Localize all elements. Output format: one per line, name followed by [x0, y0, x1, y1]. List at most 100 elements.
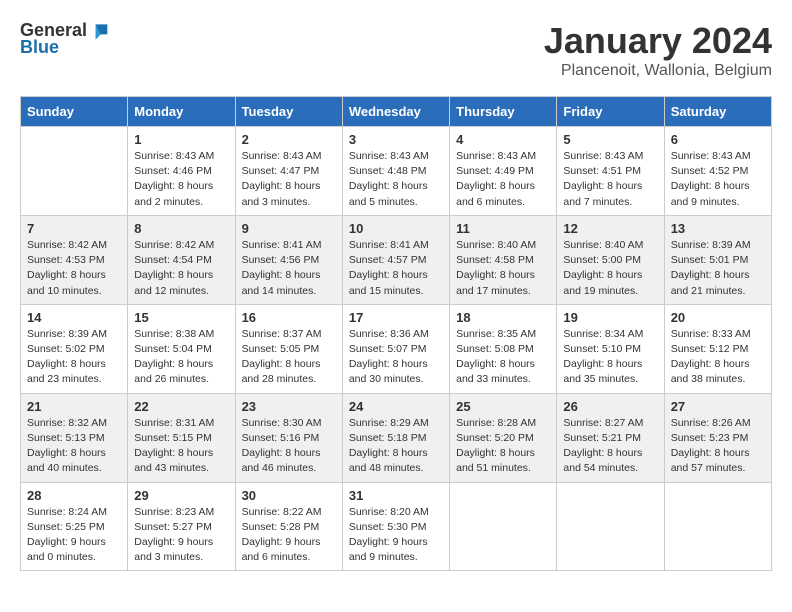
day-number: 26 — [563, 399, 657, 414]
title-area: January 2024 Plancenoit, Wallonia, Belgi… — [544, 20, 772, 80]
day-number: 12 — [563, 221, 657, 236]
day-number: 4 — [456, 132, 550, 147]
day-number: 25 — [456, 399, 550, 414]
day-info: Sunrise: 8:42 AM Sunset: 4:54 PM Dayligh… — [134, 238, 228, 299]
day-info: Sunrise: 8:22 AM Sunset: 5:28 PM Dayligh… — [242, 505, 336, 566]
day-info: Sunrise: 8:37 AM Sunset: 5:05 PM Dayligh… — [242, 327, 336, 388]
day-info: Sunrise: 8:27 AM Sunset: 5:21 PM Dayligh… — [563, 416, 657, 477]
calendar-cell — [664, 482, 771, 571]
day-number: 18 — [456, 310, 550, 325]
day-info: Sunrise: 8:43 AM Sunset: 4:52 PM Dayligh… — [671, 149, 765, 210]
header-tuesday: Tuesday — [235, 97, 342, 127]
header-friday: Friday — [557, 97, 664, 127]
calendar-table: SundayMondayTuesdayWednesdayThursdayFrid… — [20, 96, 772, 571]
week-row-1: 7Sunrise: 8:42 AM Sunset: 4:53 PM Daylig… — [21, 215, 772, 304]
logo-blue-text: Blue — [20, 37, 59, 58]
page-header: General Blue January 2024 Plancenoit, Wa… — [20, 20, 772, 80]
day-info: Sunrise: 8:41 AM Sunset: 4:56 PM Dayligh… — [242, 238, 336, 299]
day-number: 11 — [456, 221, 550, 236]
day-info: Sunrise: 8:38 AM Sunset: 5:04 PM Dayligh… — [134, 327, 228, 388]
calendar-cell: 7Sunrise: 8:42 AM Sunset: 4:53 PM Daylig… — [21, 215, 128, 304]
day-number: 24 — [349, 399, 443, 414]
calendar-cell: 16 Sunrise: 8:37 AM Sunset: 5:05 PM Dayli… — [235, 304, 342, 393]
day-number: 2 — [242, 132, 336, 147]
calendar-cell: 2Sunrise: 8:43 AM Sunset: 4:47 PM Daylig… — [235, 127, 342, 216]
day-info: Sunrise: 8:32 AM Sunset: 5:13 PM Dayligh… — [27, 416, 121, 477]
day-number: 9 — [242, 221, 336, 236]
month-title: January 2024 — [544, 20, 772, 62]
day-info: Sunrise: 8:43 AM Sunset: 4:46 PM Dayligh… — [134, 149, 228, 210]
day-info: Sunrise: 8:33 AM Sunset: 5:12 PM Dayligh… — [671, 327, 765, 388]
day-info: Sunrise: 8:40 AM Sunset: 5:00 PM Dayligh… — [563, 238, 657, 299]
day-info: Sunrise: 8:34 AM Sunset: 5:10 PM Dayligh… — [563, 327, 657, 388]
day-info: Sunrise: 8:42 AM Sunset: 4:53 PM Dayligh… — [27, 238, 121, 299]
day-info: Sunrise: 8:23 AM Sunset: 5:27 PM Dayligh… — [134, 505, 228, 566]
day-info: Sunrise: 8:24 AM Sunset: 5:25 PM Dayligh… — [27, 505, 121, 566]
calendar-cell: 27 Sunrise: 8:26 AM Sunset: 5:23 PM Dayli… — [664, 393, 771, 482]
calendar-cell: 12 Sunrise: 8:40 AM Sunset: 5:00 PM Dayli… — [557, 215, 664, 304]
day-number: 27 — [671, 399, 765, 414]
week-row-0: 1 Sunrise: 8:43 AM Sunset: 4:46 PM Daylig… — [21, 127, 772, 216]
day-number: 15 — [134, 310, 228, 325]
day-number: 3 — [349, 132, 443, 147]
calendar-cell: 3 Sunrise: 8:43 AM Sunset: 4:48 PM Daylig… — [342, 127, 449, 216]
day-info: Sunrise: 8:41 AM Sunset: 4:57 PM Dayligh… — [349, 238, 443, 299]
calendar-cell: 9 Sunrise: 8:41 AM Sunset: 4:56 PM Daylig… — [235, 215, 342, 304]
calendar-cell: 30 Sunrise: 8:22 AM Sunset: 5:28 PM Dayli… — [235, 482, 342, 571]
calendar-cell: 20 Sunrise: 8:33 AM Sunset: 5:12 PM Dayli… — [664, 304, 771, 393]
day-number: 31 — [349, 488, 443, 503]
calendar-cell: 10 Sunrise: 8:41 AM Sunset: 4:57 PM Dayli… — [342, 215, 449, 304]
calendar-cell: 21 Sunrise: 8:32 AM Sunset: 5:13 PM Dayli… — [21, 393, 128, 482]
day-info: Sunrise: 8:43 AM Sunset: 4:51 PM Dayligh… — [563, 149, 657, 210]
calendar-cell: 22Sunrise: 8:31 AM Sunset: 5:15 PM Dayli… — [128, 393, 235, 482]
header-saturday: Saturday — [664, 97, 771, 127]
header-sunday: Sunday — [21, 97, 128, 127]
header-wednesday: Wednesday — [342, 97, 449, 127]
logo: General Blue — [20, 20, 109, 58]
day-number: 16 — [242, 310, 336, 325]
header-thursday: Thursday — [450, 97, 557, 127]
logo-icon — [89, 21, 109, 41]
day-info: Sunrise: 8:43 AM Sunset: 4:48 PM Dayligh… — [349, 149, 443, 210]
day-number: 1 — [134, 132, 228, 147]
day-number: 20 — [671, 310, 765, 325]
calendar-cell: 18 Sunrise: 8:35 AM Sunset: 5:08 PM Dayli… — [450, 304, 557, 393]
calendar-cell — [21, 127, 128, 216]
week-row-4: 28 Sunrise: 8:24 AM Sunset: 5:25 PM Dayli… — [21, 482, 772, 571]
day-number: 10 — [349, 221, 443, 236]
day-info: Sunrise: 8:20 AM Sunset: 5:30 PM Dayligh… — [349, 505, 443, 566]
day-info: Sunrise: 8:30 AM Sunset: 5:16 PM Dayligh… — [242, 416, 336, 477]
calendar-cell: 8 Sunrise: 8:42 AM Sunset: 4:54 PM Daylig… — [128, 215, 235, 304]
calendar-cell: 1 Sunrise: 8:43 AM Sunset: 4:46 PM Daylig… — [128, 127, 235, 216]
day-number: 30 — [242, 488, 336, 503]
calendar-cell: 24 Sunrise: 8:29 AM Sunset: 5:18 PM Dayli… — [342, 393, 449, 482]
calendar-cell — [450, 482, 557, 571]
day-number: 5 — [563, 132, 657, 147]
header-monday: Monday — [128, 97, 235, 127]
day-number: 17 — [349, 310, 443, 325]
calendar-cell: 6Sunrise: 8:43 AM Sunset: 4:52 PM Daylig… — [664, 127, 771, 216]
day-info: Sunrise: 8:39 AM Sunset: 5:01 PM Dayligh… — [671, 238, 765, 299]
day-number: 14 — [27, 310, 121, 325]
calendar-cell: 26 Sunrise: 8:27 AM Sunset: 5:21 PM Dayli… — [557, 393, 664, 482]
week-row-3: 21 Sunrise: 8:32 AM Sunset: 5:13 PM Dayli… — [21, 393, 772, 482]
calendar-cell: 11 Sunrise: 8:40 AM Sunset: 4:58 PM Dayli… — [450, 215, 557, 304]
day-number: 28 — [27, 488, 121, 503]
calendar-cell: 29 Sunrise: 8:23 AM Sunset: 5:27 PM Dayli… — [128, 482, 235, 571]
day-number: 8 — [134, 221, 228, 236]
calendar-cell: 13 Sunrise: 8:39 AM Sunset: 5:01 PM Dayli… — [664, 215, 771, 304]
calendar-cell — [557, 482, 664, 571]
day-number: 13 — [671, 221, 765, 236]
day-info: Sunrise: 8:26 AM Sunset: 5:23 PM Dayligh… — [671, 416, 765, 477]
day-number: 19 — [563, 310, 657, 325]
day-info: Sunrise: 8:35 AM Sunset: 5:08 PM Dayligh… — [456, 327, 550, 388]
calendar-cell: 5 Sunrise: 8:43 AM Sunset: 4:51 PM Daylig… — [557, 127, 664, 216]
day-number: 21 — [27, 399, 121, 414]
day-info: Sunrise: 8:43 AM Sunset: 4:49 PM Dayligh… — [456, 149, 550, 210]
day-number: 22 — [134, 399, 228, 414]
day-info: Sunrise: 8:28 AM Sunset: 5:20 PM Dayligh… — [456, 416, 550, 477]
day-info: Sunrise: 8:40 AM Sunset: 4:58 PM Dayligh… — [456, 238, 550, 299]
calendar-cell: 28 Sunrise: 8:24 AM Sunset: 5:25 PM Dayli… — [21, 482, 128, 571]
day-info: Sunrise: 8:29 AM Sunset: 5:18 PM Dayligh… — [349, 416, 443, 477]
day-number: 29 — [134, 488, 228, 503]
